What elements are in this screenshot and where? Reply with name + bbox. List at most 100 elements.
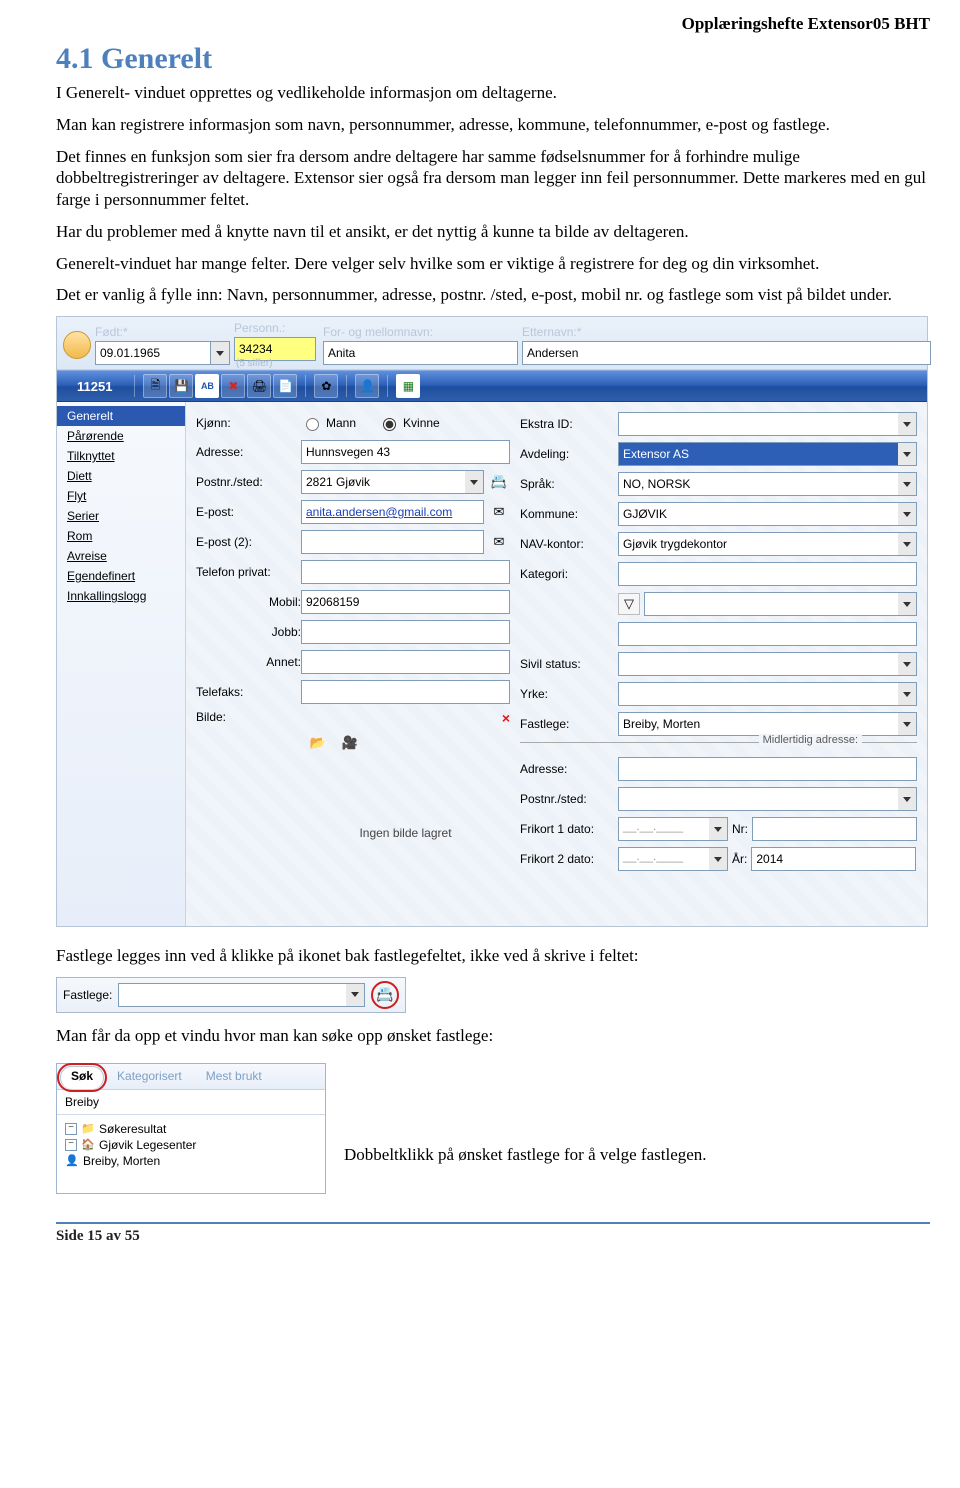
avdeling-input[interactable] [618,442,898,466]
nr-input[interactable] [752,817,917,841]
tree-node-legesenter[interactable]: − 🏠 Gjøvik Legesenter [65,1137,317,1153]
frikort2-input[interactable] [618,847,709,871]
tab-kategorisert[interactable]: Kategorisert [106,1064,193,1089]
send-mail-icon[interactable]: ✉ [488,501,510,523]
telefaks-label: Telefaks: [196,685,301,699]
print-icon[interactable]: 🖨 [247,374,271,398]
avdeling-dropdown-button[interactable] [898,442,917,466]
sidebar-item-innkallingslogg[interactable]: Innkallingslogg [57,586,185,606]
card-icon[interactable]: AB [195,374,219,398]
annet-input[interactable] [301,650,510,674]
tab-mest-brukt[interactable]: Mest brukt [195,1064,273,1089]
fodt-dropdown-button[interactable] [211,341,230,365]
bilde-webcam-icon[interactable]: 🎥 [339,732,361,754]
delete-icon[interactable]: ✖ [221,374,245,398]
user-card-icon[interactable]: 👤 [355,374,379,398]
sidebar-item-rom[interactable]: Rom [57,526,185,546]
send-mail2-icon[interactable]: ✉ [488,531,510,553]
flower-icon[interactable]: ✿ [314,374,338,398]
kjonn-kvinne-radio[interactable]: Kvinne [378,415,440,431]
search-query[interactable]: Breiby [57,1090,325,1115]
snip2-dropdown-button[interactable] [346,983,365,1007]
aar-input[interactable] [751,847,916,871]
sivil-label: Sivil status: [520,657,618,671]
postnr-lookup-icon[interactable]: 📇 [488,471,510,493]
flag-icon[interactable]: ▽ [618,593,640,615]
telefaks-input[interactable] [301,680,510,704]
extra-combo1-dropdown[interactable] [898,592,917,616]
frikort1-dropdown-button[interactable] [709,817,728,841]
tree-node-doctor[interactable]: 👤 Breiby, Morten [65,1153,317,1169]
etternavn-input[interactable] [522,341,931,365]
extra-combo1[interactable] [644,592,898,616]
fastlege-input[interactable] [618,712,898,736]
toolbar: 11251 🗎 💾 AB ✖ 🖨 📄 ✿ 👤 ▦ [57,370,927,402]
adresse2-input[interactable] [618,757,917,781]
sidebar-item-flyt[interactable]: Flyt [57,486,185,506]
kjonn-mann-radio[interactable]: Mann [301,415,356,431]
bilde-folder-icon[interactable]: 📂 [307,732,329,754]
yrke-input[interactable] [618,682,898,706]
nav-input[interactable] [618,532,898,556]
sidebar-item-diett[interactable]: Diett [57,466,185,486]
fornavn-input[interactable] [323,341,518,365]
yrke-dropdown-button[interactable] [898,682,917,706]
frikort1-label: Frikort 1 dato: [520,822,618,836]
new-doc-icon[interactable]: 🗎 [143,374,167,398]
fodt-input[interactable] [95,341,211,365]
aar-label: År: [732,852,747,866]
sidebar-item-generelt[interactable]: Generelt [57,406,185,426]
sivil-dropdown-button[interactable] [898,652,917,676]
avdeling-label: Avdeling: [520,447,618,461]
post2-dropdown-button[interactable] [898,787,917,811]
body-text: I Generelt- vinduet opprettes og vedlike… [56,82,930,104]
yrke-label: Yrke: [520,687,618,701]
postnr-input[interactable] [301,470,465,494]
personn-label: Personn.: [234,321,319,335]
fastlege-dropdown-button[interactable] [898,712,917,736]
frikort1-input[interactable] [618,817,709,841]
mobil-input[interactable] [301,590,510,614]
section-heading: 4.1 Generelt [56,42,930,76]
sidebar-item-serier[interactable]: Serier [57,506,185,526]
snip2-input[interactable] [118,983,346,1007]
sidebar-item-avreise[interactable]: Avreise [57,546,185,566]
house-icon: 🏠 [81,1139,95,1151]
extra-input2[interactable] [618,622,917,646]
save-icon[interactable]: 💾 [169,374,193,398]
kommune-dropdown-button[interactable] [898,502,917,526]
adresse-input[interactable] [301,440,510,464]
properties-icon[interactable]: 📄 [273,374,297,398]
kommune-input[interactable] [618,502,898,526]
fastlege-field-closeup: Fastlege: 📇 [56,977,406,1013]
tree-root[interactable]: − 📁 Søkeresultat [65,1121,317,1137]
jobb-input[interactable] [301,620,510,644]
epost2-input[interactable] [301,530,484,554]
excel-icon[interactable]: ▦ [396,374,420,398]
ekstraid-dropdown-button[interactable] [898,412,917,436]
epost-input[interactable]: anita.andersen@gmail.com [301,500,484,524]
tlfpriv-label: Telefon privat: [196,565,301,579]
tab-sok[interactable]: Søk [60,1066,104,1089]
postnr-dropdown-button[interactable] [465,470,484,494]
nav-dropdown-button[interactable] [898,532,917,556]
sidebar-item-egendefinert[interactable]: Egendefinert [57,566,185,586]
sidebar-item-parorende[interactable]: Pårørende [57,426,185,446]
kategori-input[interactable] [618,562,917,586]
body-text: Det er vanlig å fylle inn: Navn, personn… [56,284,930,306]
snip2-lookup-icon[interactable]: 📇 [371,981,399,1009]
epost2-label: E-post (2): [196,535,301,549]
bilde-clear-icon[interactable]: × [502,710,510,726]
post2-input[interactable] [618,787,898,811]
body-text: Fastlege legges inn ved å klikke på ikon… [56,945,930,967]
sivil-input[interactable] [618,652,898,676]
app-window: Født: Personn.: (5 siffer) For- og mello… [56,316,928,927]
sidebar-item-tilknyttet[interactable]: Tilknyttet [57,446,185,466]
postnr-label: Postnr./sted: [196,475,301,489]
sprak-input[interactable] [618,472,898,496]
tlfpriv-input[interactable] [301,560,510,584]
ekstraid-input[interactable] [618,412,898,436]
frikort2-dropdown-button[interactable] [709,847,728,871]
sprak-dropdown-button[interactable] [898,472,917,496]
midlertidig-group: Midlertidig adresse: [520,742,917,751]
